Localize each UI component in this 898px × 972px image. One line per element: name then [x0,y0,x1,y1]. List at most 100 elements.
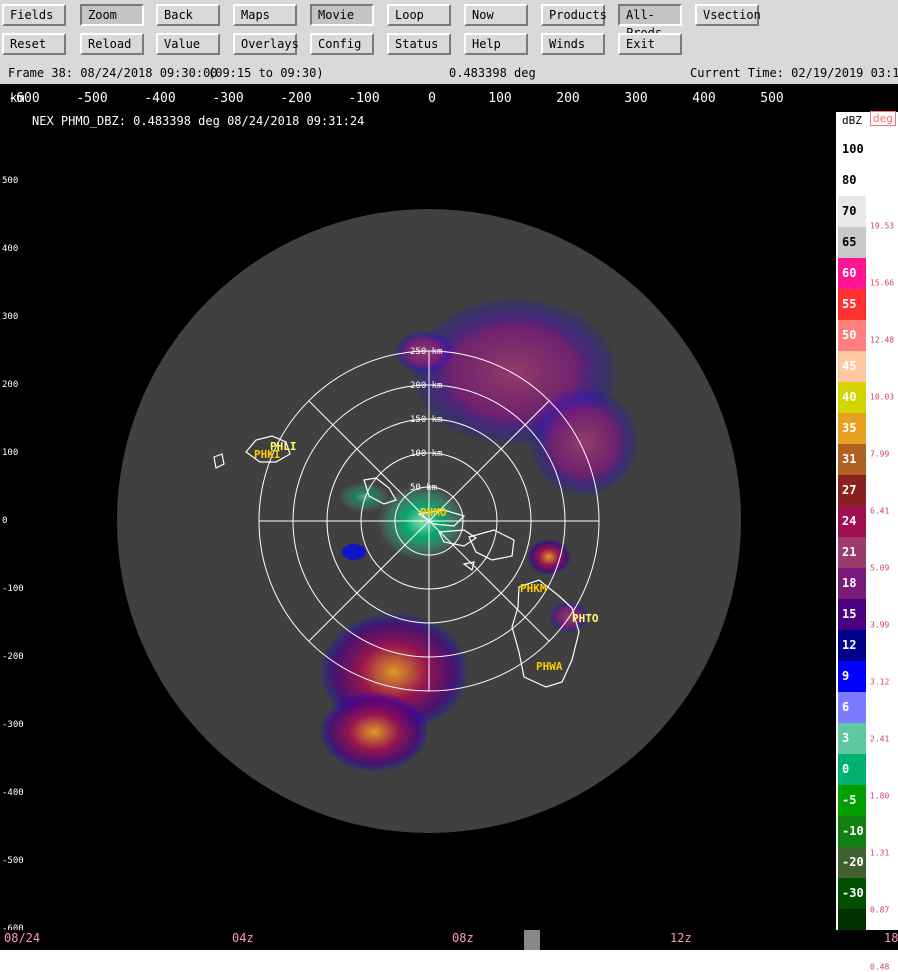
movie-button[interactable]: Movie [310,4,374,26]
y-tick-label: 200 [2,380,19,390]
y-axis: 500 400 300 200 100 0 -100 -200 -300 -400 -500 -600 [0,112,24,934]
loop-button[interactable]: Loop [387,4,451,26]
config-button[interactable]: Config [310,33,374,55]
now-button[interactable]: Now [464,4,528,26]
elevation-readout: 0.483398 deg [449,66,536,80]
radar-plot[interactable]: 250 km 200 km 150 km 100 km 50 km PHLI P… [24,112,836,930]
timeline-label-04z: 04z [232,931,254,945]
deg-scale-tick: 0.87 [870,905,890,915]
all-prods-button[interactable]: All-Prods [618,4,682,40]
color-scale-swatch: 40 [838,382,866,413]
colorbar-unit-2: deg [870,111,896,126]
deg-scale-tick: 5.09 [870,563,890,573]
fields-button[interactable]: Fields [2,4,66,26]
color-scale-swatch: 45 [838,351,866,382]
y-tick-label: -300 [2,720,24,730]
x-tick-label: -300 [212,91,244,106]
x-tick-label: -100 [348,91,380,106]
deg-scale-tick: 3.99 [870,620,890,630]
maps-button[interactable]: Maps [233,4,297,26]
deg-scale-tick: 6.41 [870,506,890,516]
color-scale-swatch: 70 [838,196,866,227]
winds-button[interactable]: Winds [541,33,605,55]
reload-button[interactable]: Reload [80,33,144,55]
colorbar-unit: dBZ [842,114,862,127]
y-tick-label: 500 [2,176,19,186]
help-button[interactable]: Help [464,33,528,55]
color-scale-swatch: 31 [838,444,866,475]
vsection-button[interactable]: Vsection [695,4,761,26]
deg-scale-tick: 10.03 [870,392,895,402]
color-scale-swatch: 15 [838,599,866,630]
station-label-phto[interactable]: PHTO [572,612,599,625]
y-tick-label: -400 [2,788,24,798]
color-scale-swatch: 6 [838,692,866,723]
color-scale-swatch: 24 [838,506,866,537]
color-scale-swatch: 9 [838,661,866,692]
status-button[interactable]: Status [387,33,451,55]
deg-scale-tick: 12.48 [870,335,895,345]
zoom-button[interactable]: Zoom [80,4,144,26]
station-label-phkm[interactable]: PHKM [520,582,547,595]
echo-southeast [527,539,571,575]
color-scale-swatch: 50 [838,320,866,351]
color-scale-swatch: -5 [838,785,866,816]
movie-timeline[interactable]: 08/24 04z 08z 12z 18 [0,930,898,950]
ring-label-50: 50 km [410,483,437,493]
y-tick-label: 400 [2,244,19,254]
color-scale-swatch: 21 [838,537,866,568]
x-tick-label: -600 [8,91,40,106]
x-tick-label: 200 [556,91,580,106]
products-button[interactable]: Products [541,4,607,26]
station-label-phmo[interactable]: PHMO [420,506,447,519]
color-scale-swatch: 65 [838,227,866,258]
deg-scale-tick: 1.31 [870,848,890,858]
y-tick-label: 0 [2,516,8,526]
echo-east [529,387,639,497]
x-tick-label: 400 [692,91,716,106]
frame-info: Frame 38: 08/24/2018 09:30:00 [8,66,218,80]
color-scale-swatch: 55 [838,289,866,320]
back-button[interactable]: Back [156,4,220,26]
deg-scale-tick: 7.99 [870,449,890,459]
timeline-cursor[interactable] [524,930,540,950]
overlays-button[interactable]: Overlays [233,33,299,55]
color-scale-swatch: 12 [838,630,866,661]
color-scale-swatch: 27 [838,475,866,506]
x-tick-label: -400 [144,91,176,106]
x-tick-label: -200 [280,91,312,106]
x-tick-label: -500 [76,91,108,106]
color-scale-swatch: 80 [838,165,866,196]
color-scale-swatch: 3 [838,723,866,754]
timeline-label-end: 18 [884,931,898,945]
echo-center-clutter-2 [339,482,389,512]
exit-button[interactable]: Exit [618,33,682,55]
x-tick-label: 300 [624,91,648,106]
deg-scale-tick: 19.53 [870,221,895,231]
x-axis: km -600 -500 -400 -300 -200 -100 0 100 200 300 400… [0,84,898,112]
value-button[interactable]: Value [156,33,220,55]
color-scale-swatch: 60 [838,258,866,289]
color-scale: dBZ deg 100 80 70 65 60 55 50 45 40 35 31 27 24 21 18 1… [836,111,898,972]
echo-southwest-2 [319,692,429,772]
radar-canvas[interactable]: 250 km 200 km 150 km 100 km 50 km PHLI P… [24,112,836,930]
reset-button[interactable]: Reset [2,33,66,55]
ring-label-250: 250 km [410,347,443,357]
echo-center-clutter [377,484,467,560]
color-scale-swatch: 35 [838,413,866,444]
plot-title: NEX PHMO_DBZ: 0.483398 deg 08/24/2018 09… [32,114,365,128]
current-time: Current Time: 02/19/2019 03:12:22 [690,66,898,80]
ring-label-100: 100 km [410,449,443,459]
x-tick-label: 0 [428,91,436,106]
color-scale-swatch: -20 [838,847,866,878]
timeline-label-08z: 08z [452,931,474,945]
y-tick-label: 300 [2,312,19,322]
color-scale-swatch: 100 [838,134,866,165]
y-tick-label: -500 [2,856,24,866]
station-label-phwa[interactable]: PHWA [536,660,563,673]
frame-range: (09:15 to 09:30) [208,66,324,80]
station-label-phki[interactable]: PHKI [254,448,281,461]
x-tick-label: 500 [760,91,784,106]
timeline-label-start: 08/24 [4,931,41,945]
ring-label-200: 200 km [410,381,443,391]
